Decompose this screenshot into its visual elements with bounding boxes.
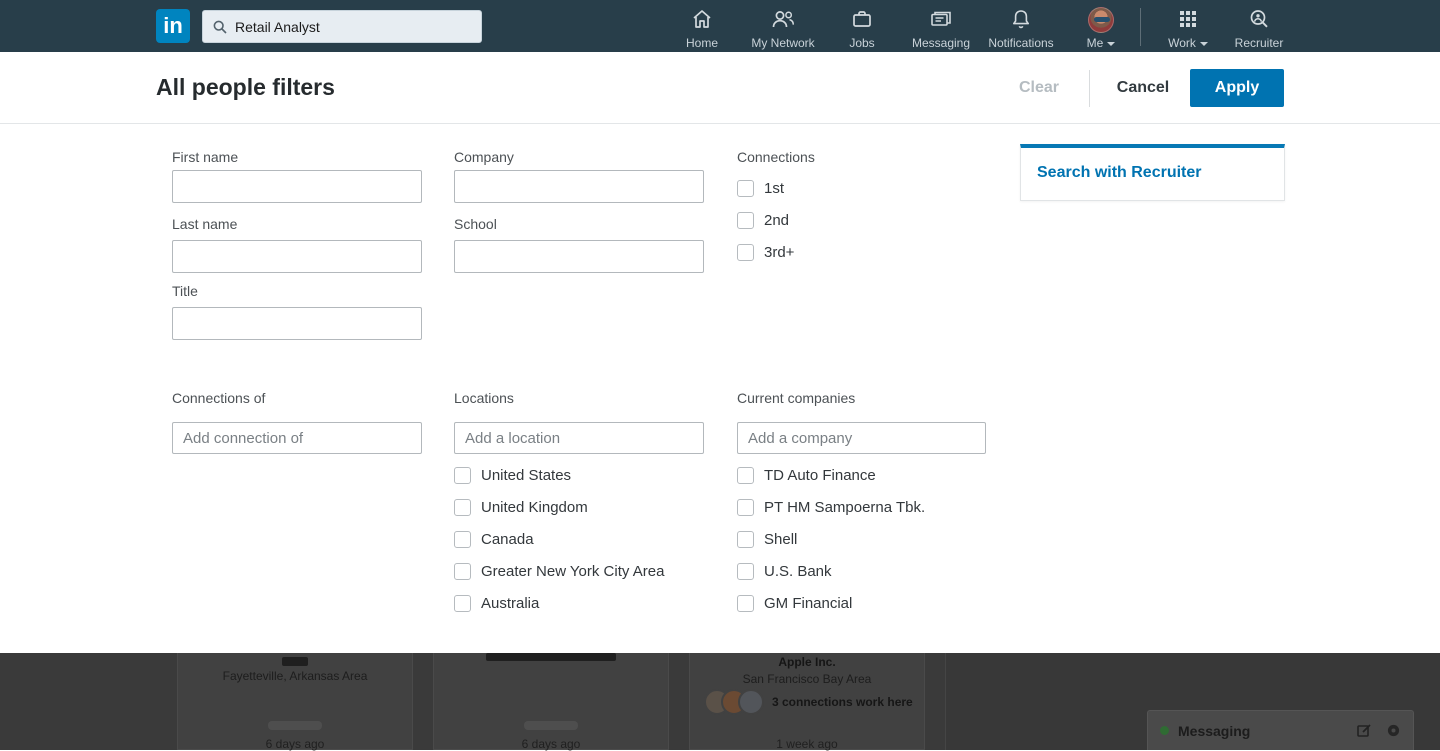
dimmed-location: Fayetteville, Arkansas Area [178,669,412,683]
current-companies-label: Current companies [737,390,855,406]
messaging-label: Messaging [1178,723,1343,739]
checkbox[interactable] [454,531,471,548]
chevron-down-icon [1107,42,1115,46]
checkbox[interactable] [454,499,471,516]
dimmed-posted: 1 week ago [690,737,924,751]
checkbox[interactable] [737,499,754,516]
dimmed-connection-avatars: 3 connections work here [704,689,913,715]
jobs-icon [850,7,874,31]
last-name-input[interactable] [172,240,422,273]
search-input[interactable] [235,19,455,35]
nav-item-notifications[interactable]: Notifications [977,7,1065,49]
company-option-us-bank[interactable]: U.S. Bank [737,563,832,580]
location-option-united-kingdom[interactable]: United Kingdom [454,499,588,516]
dimmed-title-text [486,653,616,661]
nav-item-work[interactable]: Work [1158,7,1218,49]
nav-item-my-network[interactable]: My Network [745,7,821,49]
nav-item-messaging[interactable]: Messaging [903,7,979,49]
connections-option-2nd[interactable]: 2nd [737,212,789,229]
filters-header: All people filters Clear Cancel Apply [0,52,1440,124]
connections-of-label: Connections of [172,390,265,406]
dimmed-search-results: Fayetteville, Arkansas Area 6 days ago 6… [0,653,1440,750]
search-with-recruiter-link[interactable]: Search with Recruiter [1037,164,1284,182]
nav-item-recruiter[interactable]: Recruiter [1228,7,1290,49]
company-input[interactable] [454,170,704,203]
my-network-icon [770,7,796,31]
company-option-shell[interactable]: Shell [737,531,797,548]
avatar [738,689,764,715]
dimmed-job-card: 6 days ago [433,653,669,750]
checkbox[interactable] [737,595,754,612]
checkbox[interactable] [737,563,754,580]
recruiter-icon [1247,7,1271,31]
settings-gear-icon [1386,723,1401,738]
checkbox[interactable] [737,212,754,229]
dimmed-logo [268,721,322,730]
connections-option-3rd[interactable]: 3rd+ [737,244,794,261]
compose-icon [1357,723,1372,738]
company-label: Company [454,149,514,165]
messaging-icon [929,7,953,31]
chevron-down-icon [1200,42,1208,46]
checkbox[interactable] [737,180,754,197]
location-option-australia[interactable]: Australia [454,595,539,612]
all-people-filters-panel: All people filters Clear Cancel Apply Fi… [0,52,1440,653]
first-name-label: First name [172,149,238,165]
search-icon [213,20,227,34]
first-name-input[interactable] [172,170,422,203]
current-companies-input[interactable] [737,422,986,454]
dimmed-job-card: Apple Inc. San Francisco Bay Area 3 conn… [689,653,925,750]
dimmed-location: San Francisco Bay Area [690,672,924,686]
dimmed-company-name [282,657,308,666]
location-option-greater-new-york[interactable]: Greater New York City Area [454,563,664,580]
checkbox[interactable] [737,244,754,261]
linkedin-logo[interactable]: in [156,9,190,43]
locations-input[interactable] [454,422,704,454]
dimmed-connections-text: 3 connections work here [772,695,913,709]
checkbox[interactable] [454,595,471,612]
connections-of-input[interactable] [172,422,422,454]
nav-item-home[interactable]: Home [676,7,728,49]
last-name-label: Last name [172,216,237,232]
company-option-pt-hm-sampoerna[interactable]: PT HM Sampoerna Tbk. [737,499,925,516]
dimmed-job-card: Fayetteville, Arkansas Area 6 days ago [177,653,413,750]
search-with-recruiter-card: Search with Recruiter [1020,144,1285,201]
dimmed-company-name: Apple Inc. [690,655,924,669]
apply-button[interactable]: Apply [1190,69,1284,107]
title-input[interactable] [172,307,422,340]
connections-option-1st[interactable]: 1st [737,180,784,197]
page-title: All people filters [156,74,335,101]
school-label: School [454,216,497,232]
company-option-gm-financial[interactable]: GM Financial [737,595,852,612]
messaging-overlay-header: Messaging [1147,710,1414,750]
dimmed-posted: 6 days ago [434,737,668,751]
presence-dot [1160,726,1169,735]
nav-divider [1140,8,1141,46]
locations-label: Locations [454,390,514,406]
school-input[interactable] [454,240,704,273]
notifications-icon [1009,7,1033,31]
top-navigation-bar: in Home My Network Jobs Messaging Notifi… [0,0,1440,52]
nav-item-jobs[interactable]: Jobs [838,7,886,49]
page: Fayetteville, Arkansas Area 6 days ago 6… [0,0,1440,750]
title-label: Title [172,283,198,299]
me-avatar [1088,7,1114,33]
checkbox[interactable] [737,531,754,548]
home-icon [690,7,714,31]
search-bar[interactable] [202,10,482,43]
location-option-united-states[interactable]: United States [454,467,571,484]
checkbox[interactable] [737,467,754,484]
location-option-canada[interactable]: Canada [454,531,534,548]
nav-item-me[interactable]: Me [1077,7,1125,49]
checkbox[interactable] [454,563,471,580]
company-option-td-auto-finance[interactable]: TD Auto Finance [737,467,876,484]
dimmed-posted: 6 days ago [178,737,412,751]
dimmed-logo [524,721,578,730]
header-divider [1089,70,1090,107]
connections-label: Connections [737,149,815,165]
cancel-button[interactable]: Cancel [1108,69,1178,107]
work-grid-icon [1177,7,1199,31]
checkbox[interactable] [454,467,471,484]
clear-button[interactable]: Clear [1008,69,1070,107]
